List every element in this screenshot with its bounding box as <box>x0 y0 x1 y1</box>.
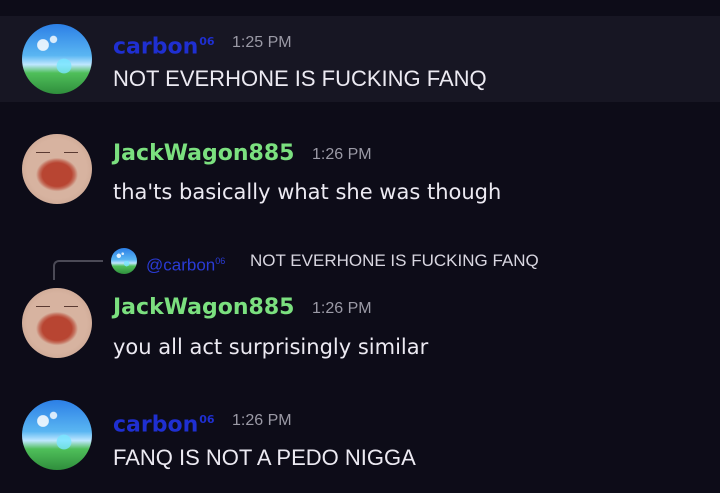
chat-message[interactable]: JackWagon885 1:26 PM you all act surpris… <box>0 280 720 370</box>
reply-avatar <box>111 248 137 274</box>
author-tag: 06 <box>199 413 215 426</box>
author-tag: 06 <box>199 35 215 48</box>
reply-connector-line <box>53 260 103 280</box>
eye-lash-right <box>64 306 78 311</box>
reply-mention-text: @carbon <box>146 255 216 275</box>
author-name[interactable]: JackWagon885 <box>113 140 294 168</box>
message-timestamp[interactable]: 1:26 PM <box>232 407 292 435</box>
eye-lash-right <box>64 152 78 157</box>
reply-preview-text[interactable]: NOT EVERHONE IS FUCKING FANQ <box>250 246 539 276</box>
user-avatar[interactable] <box>22 288 92 358</box>
user-avatar[interactable] <box>22 134 92 204</box>
reply-reference[interactable]: @carbon06 NOT EVERHONE IS FUCKING FANQ <box>0 246 720 280</box>
chat-message[interactable]: JackWagon885 1:26 PM tha'ts basically wh… <box>0 124 720 214</box>
reply-mention[interactable]: @carbon06 <box>146 246 225 281</box>
author-name-text: carbon <box>113 412 199 438</box>
chat-message-list: carbon06 1:25 PM NOT EVERHONE IS FUCKING… <box>0 0 720 493</box>
eye-lash-left <box>36 152 50 157</box>
author-name[interactable]: carbon06 <box>113 28 215 61</box>
reply-mention-tag: 06 <box>215 256 226 266</box>
chat-message[interactable]: carbon06 1:26 PM FANQ IS NOT A PEDO NIGG… <box>0 392 720 482</box>
message-text: FANQ IS NOT A PEDO NIGGA <box>113 445 416 470</box>
message-timestamp[interactable]: 1:25 PM <box>232 29 292 57</box>
eye-lash-left <box>36 306 50 311</box>
author-name-text: carbon <box>113 34 199 60</box>
message-timestamp[interactable]: 1:26 PM <box>312 141 372 169</box>
author-name[interactable]: carbon06 <box>113 406 215 439</box>
user-avatar[interactable] <box>22 400 92 470</box>
chat-message[interactable]: carbon06 1:25 PM NOT EVERHONE IS FUCKING… <box>0 16 720 102</box>
author-name[interactable]: JackWagon885 <box>113 294 294 322</box>
message-text: NOT EVERHONE IS FUCKING FANQ <box>113 66 487 91</box>
message-text: tha'ts basically what she was though <box>113 180 502 204</box>
message-timestamp[interactable]: 1:26 PM <box>312 295 372 323</box>
message-text: you all act surprisingly similar <box>113 335 429 359</box>
user-avatar[interactable] <box>22 24 92 94</box>
